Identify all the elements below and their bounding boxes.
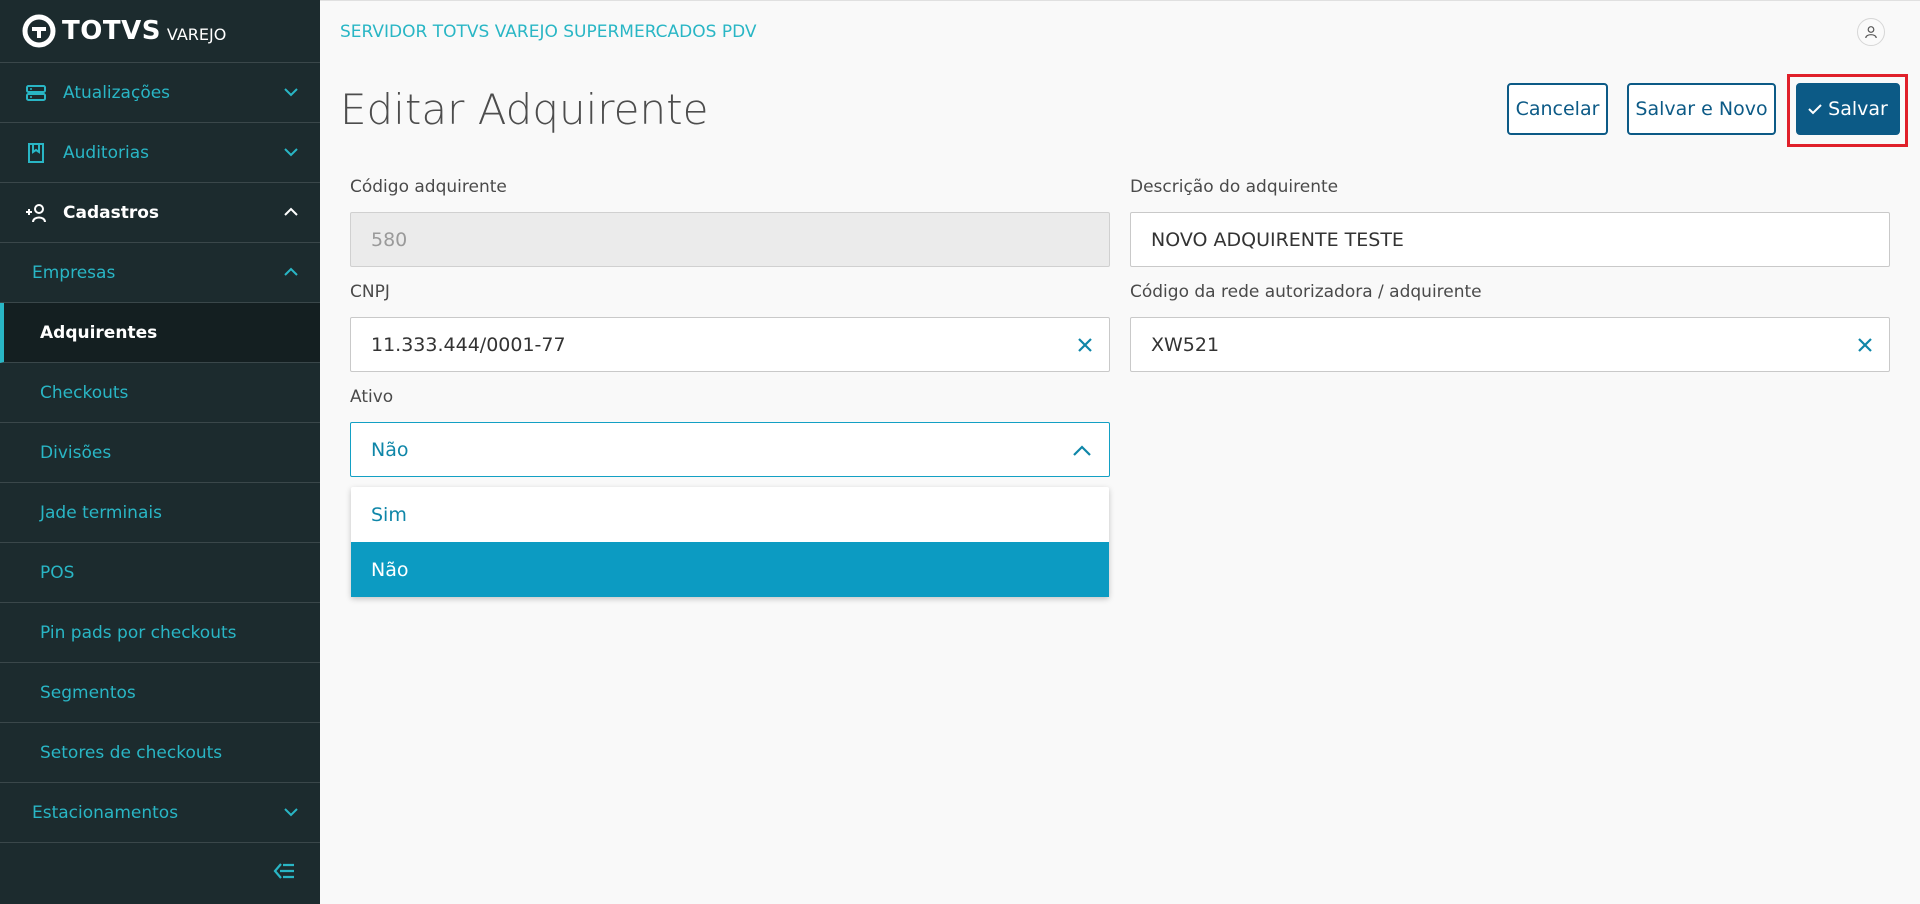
chevron-up-icon [1073,445,1091,456]
sidebar-item-label: Checkouts [40,382,129,403]
sidebar-item-label: Adquirentes [40,322,158,343]
save-and-new-button[interactable]: Salvar e Novo [1627,83,1776,135]
page-title: Editar Adquirente [340,85,709,134]
sidebar-item-label: Pin pads por checkouts [40,622,237,643]
chevron-up-icon [284,267,298,276]
descricao-value: NOVO ADQUIRENTE TESTE [1151,228,1404,251]
sidebar-item-setores-checkouts[interactable]: Setores de checkouts [0,723,320,783]
rede-label: Código da rede autorizadora / adquirente [1130,282,1482,302]
sidebar: TOTVS VAREJO Atualizações Auditorias Cad… [0,0,320,904]
ativo-value: Não [371,438,409,461]
sidebar-item-estacionamentos[interactable]: Estacionamentos [0,783,320,843]
topbar: SERVIDOR TOTVS VAREJO SUPERMERCADOS PDV [320,0,1920,62]
audit-icon [28,142,44,163]
sidebar-item-cadastros[interactable]: Cadastros [0,183,320,243]
cancel-button[interactable]: Cancelar [1507,83,1608,135]
option-nao[interactable]: Não [351,542,1109,597]
totvs-logo-icon [22,14,56,48]
sidebar-item-pin-pads[interactable]: Pin pads por checkouts [0,603,320,663]
rede-value: XW521 [1151,333,1220,356]
sidebar-item-pos[interactable]: POS [0,543,320,603]
sidebar-item-label: Jade terminais [40,502,162,523]
sidebar-item-divisoes[interactable]: Divisões [0,423,320,483]
clear-icon[interactable] [1857,337,1873,353]
rede-field[interactable]: XW521 [1130,317,1890,372]
sidebar-item-jade-terminais[interactable]: Jade terminais [0,483,320,543]
sidebar-item-checkouts[interactable]: Checkouts [0,363,320,423]
clear-icon[interactable] [1077,337,1093,353]
ativo-select[interactable]: Não [350,422,1110,477]
server-title: SERVIDOR TOTVS VAREJO SUPERMERCADOS PDV [340,22,757,42]
cnpj-label: CNPJ [350,282,390,302]
brand-name: TOTVS [62,16,161,46]
brand[interactable]: TOTVS VAREJO [0,0,320,63]
collapse-menu-icon[interactable] [273,862,295,880]
check-icon [1808,104,1822,115]
sidebar-item-label: Empresas [32,262,116,283]
codigo-field: 580 [350,212,1110,267]
sidebar-item-label: Setores de checkouts [40,742,223,763]
ativo-dropdown: Sim Não [351,487,1109,597]
sidebar-menu: Atualizações Auditorias Cadastros Empres… [0,63,320,843]
save-button[interactable]: Salvar [1796,83,1900,135]
brand-sub: VAREJO [166,24,227,44]
sidebar-item-label: Auditorias [63,142,149,163]
chevron-down-icon [284,808,298,817]
chevron-up-icon [284,207,298,216]
codigo-value: 580 [371,228,408,251]
chevron-down-icon [284,148,298,157]
sidebar-item-atualizacoes[interactable]: Atualizações [0,63,320,123]
codigo-label: Código adquirente [350,177,507,197]
descricao-field[interactable]: NOVO ADQUIRENTE TESTE [1130,212,1890,267]
sidebar-item-label: Divisões [40,442,112,463]
descricao-label: Descrição do adquirente [1130,177,1339,197]
sidebar-item-label: Atualizações [63,82,171,103]
ativo-label: Ativo [350,387,394,407]
user-avatar[interactable] [1857,18,1885,46]
sidebar-item-segmentos[interactable]: Segmentos [0,663,320,723]
sidebar-item-auditorias[interactable]: Auditorias [0,123,320,183]
cnpj-field[interactable]: 11.333.444/0001-77 [350,317,1110,372]
sidebar-item-label: Estacionamentos [32,802,179,823]
add-user-icon [26,203,46,222]
user-icon [1865,26,1877,39]
updates-icon [26,84,46,101]
save-button-label: Salvar [1828,98,1888,120]
sidebar-item-label: Cadastros [63,202,160,223]
sidebar-item-adquirentes[interactable]: Adquirentes [0,303,320,363]
sidebar-item-label: POS [40,562,75,583]
chevron-down-icon [284,88,298,97]
option-sim[interactable]: Sim [351,487,1109,542]
cnpj-value: 11.333.444/0001-77 [371,333,566,356]
sidebar-item-label: Segmentos [40,682,136,703]
sidebar-item-empresas[interactable]: Empresas [0,243,320,303]
